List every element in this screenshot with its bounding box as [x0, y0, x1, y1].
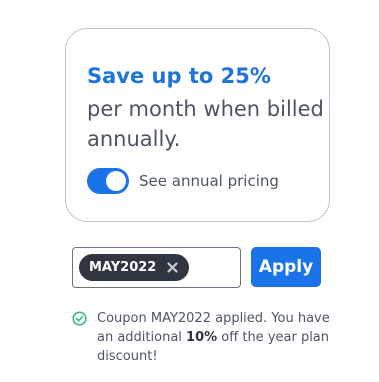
close-icon[interactable]: [166, 262, 178, 274]
coupon-input[interactable]: MAY2022: [72, 247, 241, 288]
annual-pricing-toggle[interactable]: [87, 168, 129, 194]
check-circle-icon: [72, 311, 87, 326]
promo-description: per month when billed annually.: [87, 97, 324, 151]
coupon-message-text: Coupon MAY2022 applied. You have an addi…: [97, 309, 332, 366]
coupon-success-message: Coupon MAY2022 applied. You have an addi…: [72, 309, 332, 366]
coupon-discount-value: 10%: [186, 330, 218, 345]
annual-pricing-toggle-row: See annual pricing: [87, 168, 279, 194]
apply-button[interactable]: Apply: [251, 247, 321, 287]
promo-headline: Save up to 25%: [87, 64, 271, 88]
toggle-knob: [106, 171, 126, 191]
pricing-promo-card: Save up to 25% per month when billed ann…: [65, 28, 330, 222]
coupon-chip: MAY2022: [79, 254, 190, 281]
coupon-chip-code: MAY2022: [89, 260, 157, 275]
annual-pricing-label: See annual pricing: [139, 172, 279, 190]
